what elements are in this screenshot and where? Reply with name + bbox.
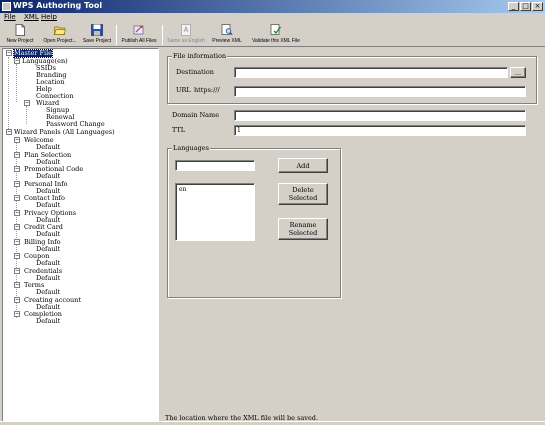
expand-toggle[interactable]: − [14, 137, 20, 143]
open-folder-icon [54, 24, 66, 36]
expand-toggle[interactable]: − [6, 50, 12, 56]
expand-toggle[interactable]: − [14, 180, 20, 187]
publish-all-button[interactable]: Publish All Files [120, 23, 158, 47]
languages-legend: Languages [172, 144, 210, 152]
save-project-button[interactable]: Save Project [82, 23, 112, 47]
expand-toggle[interactable]: − [14, 151, 20, 158]
domain-name-input[interactable] [234, 110, 526, 121]
url-prefix: https:/// [194, 86, 220, 94]
same-as-english-label: Same as English [167, 38, 205, 44]
menu-file[interactable]: File [4, 13, 16, 21]
menu-help[interactable]: Help [41, 13, 57, 21]
new-document-icon [14, 24, 26, 36]
project-tree[interactable]: − Master File − Language(en) SSIDs Brand… [2, 48, 159, 425]
file-information-legend: File information [172, 52, 228, 60]
domain-name-label: Domain Name [172, 111, 220, 119]
taskbar-edge [0, 421, 545, 425]
destination-input[interactable] [234, 67, 508, 78]
tree-master-file[interactable]: Master File [12, 49, 54, 58]
toolbar-separator [116, 25, 117, 45]
tree-line [26, 106, 27, 124]
tree-panel-default[interactable]: Default [36, 318, 60, 325]
ttl-input[interactable]: 1 [234, 125, 526, 136]
tree-panel-default[interactable]: Default [36, 231, 60, 238]
expand-toggle[interactable]: − [14, 58, 20, 64]
validate-check-icon [270, 24, 282, 36]
new-language-input[interactable] [175, 160, 255, 171]
expand-toggle[interactable]: − [24, 100, 30, 106]
maximize-button[interactable]: □ [520, 2, 531, 11]
properties-panel: File information Destination ... URL htt… [163, 48, 545, 412]
tree-line [8, 57, 9, 131]
publish-icon [133, 24, 145, 36]
tree-panel-default[interactable]: Default [36, 289, 60, 296]
url-label: URL [176, 86, 191, 94]
tree-password-change[interactable]: Password Change [46, 121, 105, 128]
close-button[interactable]: × [532, 2, 543, 11]
new-project-label: New Project [6, 38, 34, 44]
tree-wizard-panels[interactable]: Wizard Panels (All Languages) [14, 129, 115, 136]
preview-xml-button[interactable]: Preview XML [210, 23, 244, 47]
tree-panel-default[interactable]: Default [36, 144, 60, 151]
same-as-english-button[interactable]: Same as English [166, 23, 206, 47]
expand-toggle[interactable]: − [14, 296, 20, 303]
expand-toggle[interactable]: − [14, 224, 20, 230]
tree-panel-default[interactable]: Default [36, 202, 60, 209]
language-items: en [179, 186, 251, 193]
tree-panel-default[interactable]: Default [36, 260, 60, 267]
destination-label: Destination [176, 68, 214, 76]
expand-toggle[interactable]: − [14, 311, 20, 317]
expand-toggle[interactable]: − [14, 282, 20, 288]
preview-xml-label: Preview XML [212, 38, 242, 44]
minimize-button[interactable]: _ [508, 2, 519, 11]
open-project-button[interactable]: Open Project... [40, 23, 80, 47]
browse-button[interactable]: ... [510, 67, 526, 78]
validate-xml-button[interactable]: Validate this XML File [248, 23, 304, 47]
language-list[interactable]: en [175, 183, 255, 241]
expand-toggle[interactable]: − [6, 129, 12, 135]
open-project-label: Open Project... [43, 38, 77, 44]
new-project-button[interactable]: New Project [4, 23, 36, 47]
publish-all-label: Publish All Files [121, 38, 157, 44]
toolbar: New Project Open Project... Save Project… [0, 23, 545, 47]
save-disk-icon [91, 24, 103, 36]
tree-line [16, 64, 17, 102]
window-title: WPS Authoring Tool [13, 1, 103, 10]
language-page-icon [180, 24, 192, 36]
preview-icon [221, 24, 233, 36]
delete-selected-button[interactable]: Delete Selected [278, 183, 328, 205]
add-language-button[interactable]: Add [278, 158, 328, 173]
expand-toggle[interactable]: − [14, 267, 20, 274]
language-list-item[interactable]: en [179, 186, 251, 193]
title-bar: WPS Authoring Tool _ □ × [0, 0, 545, 13]
rename-selected-button[interactable]: Rename Selected [278, 218, 328, 240]
expand-toggle[interactable]: − [14, 195, 20, 201]
menu-bar: File XML Help [0, 13, 545, 23]
url-input[interactable] [234, 86, 526, 97]
expand-toggle[interactable]: − [14, 253, 20, 259]
menu-xml[interactable]: XML [24, 13, 39, 21]
expand-toggle[interactable]: − [14, 238, 20, 245]
validate-xml-label: Validate this XML File [252, 38, 300, 44]
tree-panel-default[interactable]: Default [36, 173, 60, 180]
expand-toggle[interactable]: − [14, 209, 20, 216]
toolbar-separator [162, 25, 163, 45]
expand-toggle[interactable]: − [14, 166, 20, 172]
app-icon [2, 2, 11, 11]
save-project-label: Save Project [82, 38, 112, 44]
ttl-label: TTL [172, 126, 186, 134]
